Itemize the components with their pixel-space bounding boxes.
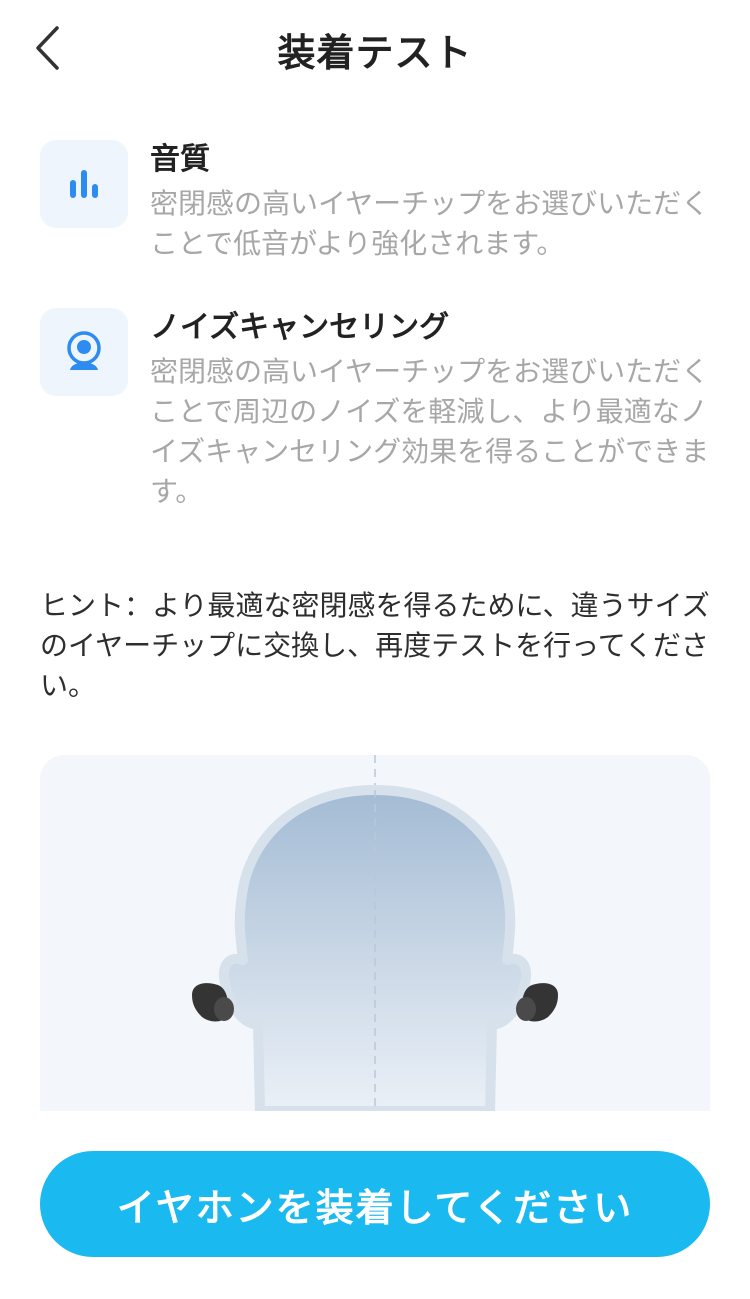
header: 装着テスト bbox=[0, 0, 750, 96]
page-title: 装着テスト bbox=[277, 31, 473, 75]
feature-sound-quality: 音質 密閉感の高いイヤーチップをお選びいただくことで低音がより強化されます。 bbox=[40, 140, 730, 270]
feature-text: 音質 密閉感の高いイヤーチップをお選びいただくことで低音がより強化されます。 bbox=[150, 140, 730, 264]
wear-earbuds-button[interactable]: イヤホンを装着してください bbox=[40, 1151, 710, 1257]
hint-text: ヒント：より最適な密閉感を得るために、違うサイズのイヤーチップに交換し、再度テス… bbox=[40, 589, 710, 702]
feature-noise-cancelling: ノイズキャンセリング 密閉感の高いイヤーチップをお選びいただくことで周辺のノイズ… bbox=[40, 308, 730, 518]
bar-chart-icon bbox=[40, 140, 128, 228]
feature-title: 音質 bbox=[150, 142, 210, 177]
feature-title: ノイズキャンセリング bbox=[150, 310, 450, 345]
fit-test-screen: 装着テスト 音質 密閉感の高いイヤーチップをお選びいただくことで低音がより強化さ… bbox=[0, 0, 750, 1299]
feature-description: 密閉感の高いイヤーチップをお選びいただくことで周辺のノイズを軽減し、より最適なノ… bbox=[150, 355, 710, 508]
head-with-earbuds-illustration bbox=[40, 755, 710, 1111]
person-in-circle-icon bbox=[40, 308, 128, 396]
feature-text: ノイズキャンセリング 密閉感の高いイヤーチップをお選びいただくことで周辺のノイズ… bbox=[150, 308, 730, 512]
feature-description: 密閉感の高いイヤーチップをお選びいただくことで低音がより強化されます。 bbox=[150, 187, 710, 260]
